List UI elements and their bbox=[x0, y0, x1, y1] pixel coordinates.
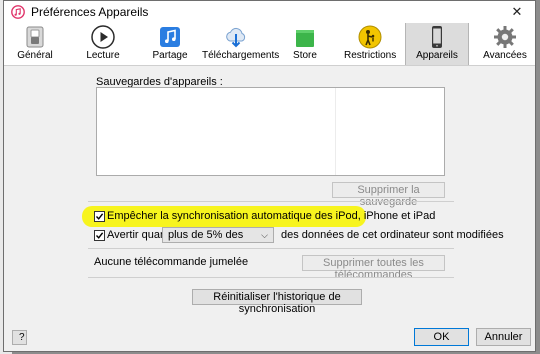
warn-when-checkbox[interactable] bbox=[94, 230, 105, 241]
preferences-toolbar: Général Lecture Partage Téléchargements … bbox=[4, 23, 535, 66]
close-button[interactable]: ✕ bbox=[505, 1, 529, 23]
tab-label: Lecture bbox=[86, 50, 120, 61]
delete-backup-button[interactable]: Supprimer la sauvegarde bbox=[332, 182, 445, 208]
list-column-divider bbox=[335, 88, 336, 175]
gear-icon bbox=[494, 26, 516, 48]
parental-icon bbox=[358, 25, 382, 49]
itunes-app-icon bbox=[11, 5, 25, 19]
prevent-sync-checkbox[interactable] bbox=[94, 211, 105, 222]
tab-sharing[interactable]: Partage bbox=[147, 23, 193, 65]
shopping-bag-icon bbox=[296, 30, 314, 47]
tab-label: Téléchargements bbox=[202, 50, 280, 61]
switch-icon bbox=[26, 26, 44, 48]
ok-button[interactable]: OK bbox=[414, 328, 469, 346]
phone-icon bbox=[432, 26, 442, 48]
title-bar: Préférences Appareils ✕ bbox=[4, 1, 535, 23]
checkmark-icon bbox=[95, 232, 104, 239]
help-button[interactable]: ? bbox=[12, 330, 27, 345]
tab-label: Partage bbox=[152, 50, 188, 61]
divider bbox=[88, 201, 454, 202]
tab-label: Store bbox=[293, 50, 317, 61]
remotes-label: Aucune télécommande jumelée bbox=[94, 256, 249, 268]
backups-list[interactable] bbox=[96, 87, 445, 176]
preferences-dialog: Préférences Appareils ✕ Général Lecture bbox=[3, 0, 536, 352]
warn-when-suffix: des données de cet ordinateur sont modif… bbox=[281, 229, 504, 241]
chevron-down-icon: ⌵ bbox=[261, 230, 268, 240]
music-note-icon bbox=[160, 27, 180, 47]
reset-sync-history-button[interactable]: Réinitialiser l'historique de synchronis… bbox=[192, 289, 362, 315]
cancel-button[interactable]: Annuler bbox=[476, 328, 531, 346]
tab-label: Général bbox=[17, 50, 53, 61]
threshold-value: plus de 5% des bbox=[168, 229, 244, 241]
window-title: Préférences Appareils bbox=[31, 5, 149, 19]
remove-remotes-button[interactable]: Supprimer toutes les télécommandes bbox=[302, 255, 445, 281]
tab-label: Avancées bbox=[483, 50, 527, 61]
tab-advanced[interactable]: Avancées bbox=[480, 23, 530, 65]
divider bbox=[88, 277, 454, 278]
cloud-download-icon bbox=[226, 27, 246, 48]
tab-general[interactable]: Général bbox=[12, 23, 58, 65]
play-icon bbox=[91, 25, 115, 49]
tab-label: Restrictions bbox=[344, 50, 397, 61]
threshold-select[interactable]: plus de 5% des ⌵ bbox=[162, 227, 274, 243]
checkmark-icon bbox=[95, 213, 104, 220]
divider bbox=[88, 248, 454, 249]
tab-restrictions[interactable]: Restrictions bbox=[344, 23, 396, 65]
tab-label: Appareils bbox=[416, 50, 458, 61]
tab-playback[interactable]: Lecture bbox=[80, 23, 126, 65]
tab-devices[interactable]: Appareils bbox=[405, 23, 469, 65]
tab-store[interactable]: Store bbox=[282, 23, 328, 65]
tab-downloads[interactable]: Téléchargements bbox=[202, 23, 280, 65]
prevent-sync-label: Empêcher la synchronisation automatique … bbox=[107, 210, 436, 222]
